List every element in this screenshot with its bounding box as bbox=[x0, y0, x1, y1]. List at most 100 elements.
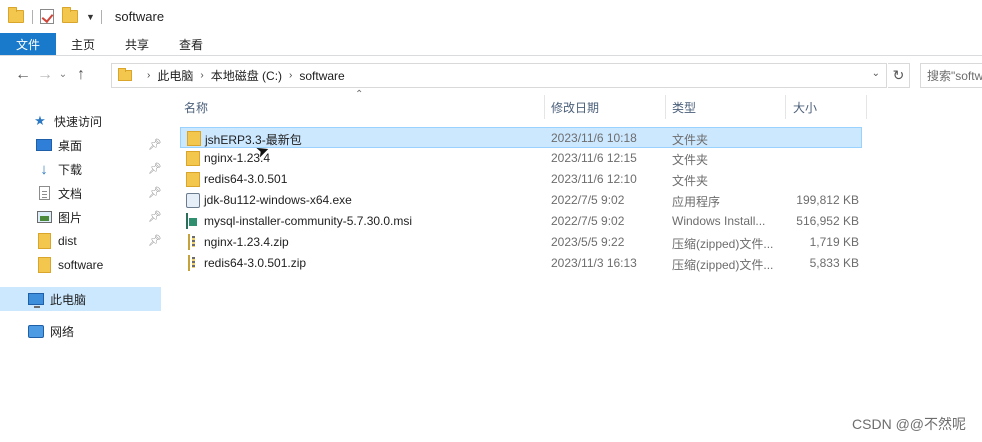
column-divider[interactable] bbox=[665, 95, 666, 119]
file-type: 文件夹 bbox=[672, 133, 709, 147]
file-date: 2023/11/3 16:13 bbox=[551, 256, 637, 270]
file-name: redis64-3.0.501.zip bbox=[204, 256, 307, 270]
file-type: 文件夹 bbox=[672, 174, 709, 188]
file-type: Windows Install... bbox=[672, 214, 766, 228]
pin-icon[interactable]: 📌︎ bbox=[148, 234, 162, 247]
column-divider[interactable] bbox=[866, 95, 867, 119]
nav-label: 此电脑 bbox=[50, 292, 87, 307]
nav-label: software bbox=[58, 258, 104, 272]
breadcrumb-software[interactable]: software bbox=[299, 69, 344, 83]
zip-icon bbox=[188, 234, 190, 250]
ribbon-tabs: 文件 主页 共享 查看 bbox=[0, 33, 982, 56]
computer-icon-wrap bbox=[28, 292, 44, 308]
file-date: 2023/5/5 9:22 bbox=[551, 235, 625, 249]
window-title: software bbox=[114, 9, 165, 24]
network-icon bbox=[28, 324, 44, 338]
nav-label: 桌面 bbox=[58, 138, 83, 153]
tab-home[interactable]: 主页 bbox=[56, 33, 110, 55]
nav-item-this-pc[interactable]: 此电脑 bbox=[28, 287, 86, 311]
nav-quick-access[interactable]: ★ 快速访问 bbox=[32, 109, 102, 133]
up-arrow-icon[interactable]: ↑ bbox=[70, 65, 92, 85]
folder-icon bbox=[118, 68, 132, 81]
folder-icon bbox=[186, 172, 200, 187]
desktop-icon-wrap bbox=[36, 138, 52, 152]
pin-icon[interactable]: 📌︎ bbox=[148, 186, 162, 199]
breadcrumb-this-pc[interactable]: 此电脑 bbox=[157, 67, 193, 84]
nav-item-downloads[interactable]: ↓ 下载 📌︎ bbox=[36, 157, 166, 181]
star-icon: ★ bbox=[34, 113, 46, 128]
nav-label: 快速访问 bbox=[54, 114, 103, 129]
folder-icon[interactable] bbox=[8, 7, 24, 23]
column-header-name[interactable]: 名称 bbox=[184, 95, 544, 119]
column-divider[interactable] bbox=[544, 95, 545, 119]
column-header-size[interactable]: 大小 bbox=[793, 95, 863, 119]
nav-item-network[interactable]: 网络 bbox=[28, 319, 74, 343]
chevron-right-icon[interactable]: › bbox=[200, 70, 203, 81]
pictures-icon-wrap bbox=[36, 210, 52, 224]
tab-share[interactable]: 共享 bbox=[110, 33, 164, 55]
pin-icon[interactable]: 📌︎ bbox=[148, 210, 162, 223]
file-row[interactable]: nginx-1.23.4 2023/11/6 12:15 文件夹 bbox=[180, 148, 862, 169]
tab-file[interactable]: 文件 bbox=[0, 33, 57, 55]
nav-label: 网络 bbox=[50, 324, 75, 339]
divider bbox=[32, 9, 33, 24]
nav-label: 文档 bbox=[58, 186, 83, 201]
computer-icon bbox=[28, 293, 44, 308]
file-size: 199,812 KB bbox=[796, 193, 859, 207]
nav-label: 图片 bbox=[58, 210, 83, 225]
nav-item-pictures[interactable]: 图片 📌︎ bbox=[36, 205, 166, 229]
file-name: mysql-installer-community-5.7.30.0.msi bbox=[204, 214, 413, 228]
file-type: 应用程序 bbox=[672, 195, 721, 209]
breadcrumb-local-disk[interactable]: 本地磁盘 (C:) bbox=[211, 67, 282, 84]
nav-item-desktop[interactable]: 桌面 📌︎ bbox=[36, 133, 166, 157]
column-header-type[interactable]: 类型 bbox=[672, 95, 782, 119]
customize-toolbar-dropdown-icon[interactable]: ▼ bbox=[86, 12, 95, 22]
file-date: 2023/11/6 12:15 bbox=[551, 151, 637, 165]
folder-icon bbox=[37, 257, 51, 273]
file-date: 2023/11/6 12:10 bbox=[551, 172, 637, 186]
navigation-pane: ★ 快速访问 桌面 📌︎ ↓ 下载 📌︎ 文档 📌︎ 图片 📌︎ dist 📌︎… bbox=[0, 95, 170, 442]
forward-arrow-icon[interactable]: → bbox=[34, 65, 56, 85]
chevron-down-icon[interactable]: ⌄ bbox=[872, 68, 880, 79]
file-row[interactable]: jdk-8u112-windows-x64.exe 2022/7/5 9:02 … bbox=[180, 190, 862, 211]
pin-icon[interactable]: 📌︎ bbox=[148, 162, 162, 175]
nav-label: dist bbox=[58, 234, 77, 248]
chevron-right-icon[interactable]: › bbox=[147, 70, 150, 81]
nav-item-dist[interactable]: dist 📌︎ bbox=[36, 229, 166, 253]
chevron-right-icon[interactable]: › bbox=[289, 70, 292, 81]
zip-icon bbox=[188, 255, 190, 271]
network-icon-wrap bbox=[28, 324, 44, 338]
search-input[interactable]: 搜索"software" bbox=[920, 63, 982, 88]
new-folder-icon[interactable] bbox=[62, 7, 78, 23]
file-row[interactable]: jshERP3.3-最新包 2023/11/6 10:18 文件夹 bbox=[180, 127, 862, 148]
desktop-icon bbox=[36, 139, 52, 151]
column-header-date[interactable]: 修改日期 bbox=[551, 95, 661, 119]
document-icon bbox=[38, 186, 50, 200]
nav-item-software[interactable]: software bbox=[36, 253, 166, 277]
address-bar[interactable]: › 此电脑 › 本地磁盘 (C:) › software ⌄ bbox=[111, 63, 887, 88]
folder-icon bbox=[187, 131, 201, 146]
file-name: nginx-1.23.4.zip bbox=[204, 235, 289, 249]
back-arrow-icon[interactable]: ← bbox=[12, 65, 34, 85]
watermark: CSDN @@不然呢 bbox=[852, 416, 966, 432]
folder-icon bbox=[37, 233, 51, 249]
column-divider[interactable] bbox=[785, 95, 786, 119]
nav-item-documents[interactable]: 文档 📌︎ bbox=[36, 181, 166, 205]
file-row[interactable]: redis64-3.0.501.zip 2023/11/3 16:13 压缩(z… bbox=[180, 253, 862, 274]
file-row[interactable]: redis64-3.0.501 2023/11/6 12:10 文件夹 bbox=[180, 169, 862, 190]
application-icon bbox=[186, 193, 200, 208]
file-row[interactable]: nginx-1.23.4.zip 2023/5/5 9:22 压缩(zipped… bbox=[180, 232, 862, 253]
folder-icon-wrap bbox=[36, 257, 52, 273]
file-name: redis64-3.0.501 bbox=[204, 172, 288, 186]
tab-view[interactable]: 查看 bbox=[164, 33, 218, 55]
nav-label: 下载 bbox=[58, 162, 83, 177]
divider bbox=[100, 9, 102, 24]
properties-icon[interactable] bbox=[40, 9, 54, 24]
file-row[interactable]: mysql-installer-community-5.7.30.0.msi 2… bbox=[180, 211, 862, 232]
refresh-icon[interactable]: ↻ bbox=[888, 63, 910, 88]
file-date: 2022/7/5 9:02 bbox=[551, 214, 625, 228]
address-row: ← → ⌄ ↑ › 此电脑 › 本地磁盘 (C:) › software ⌄ ↻… bbox=[0, 61, 982, 89]
pin-icon[interactable]: 📌︎ bbox=[148, 138, 162, 151]
title-bar: ▼ software bbox=[0, 0, 982, 33]
recent-locations-chevron-icon[interactable]: ⌄ bbox=[56, 65, 70, 85]
